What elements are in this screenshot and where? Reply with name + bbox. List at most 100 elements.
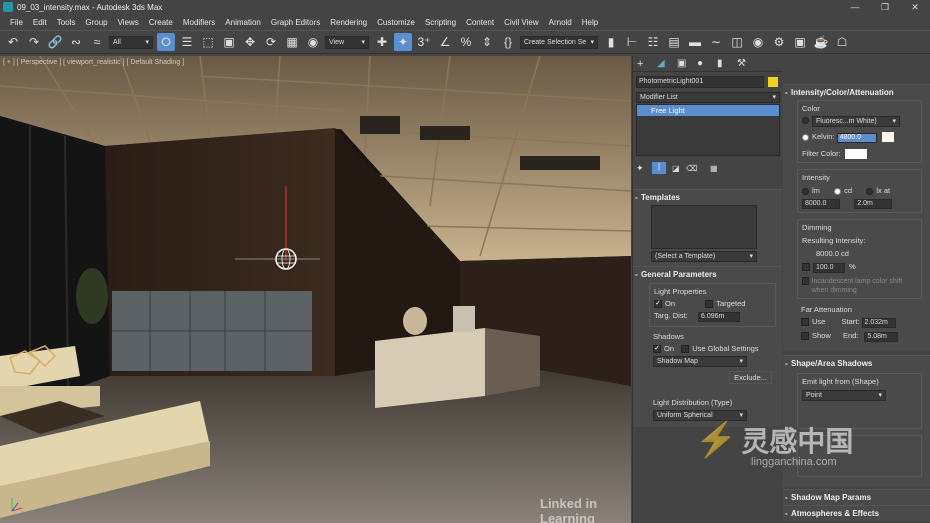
spinner-snap-icon[interactable]: ⇕ [478,33,496,51]
color-preset-dropdown[interactable]: Fluoresc...m White) [812,116,900,127]
object-color-swatch[interactable] [768,77,778,87]
menu-scripting[interactable]: Scripting [425,18,456,27]
rectangular-selection-icon[interactable]: ⬚ [199,33,217,51]
menu-tools[interactable]: Tools [57,18,76,27]
shape-rollout-header[interactable]: Shape/Area Shadows [783,356,930,371]
cd-radio[interactable] [834,187,842,195]
select-object-icon[interactable]: ⭘ [157,33,175,51]
ref-coord-dropdown[interactable]: View ▾ [325,35,369,49]
shadows-on-checkbox[interactable]: ✓ [653,344,661,353]
bind-space-warp-icon[interactable]: ≈ [88,33,106,51]
pin-stack-icon[interactable]: ✦ [636,163,652,174]
menu-customize[interactable]: Customize [377,18,415,27]
modifier-list-dropdown[interactable]: Modifier List [636,92,780,103]
template-dropdown[interactable]: (Select a Template) [651,251,757,262]
menu-help[interactable]: Help [582,18,598,27]
render-production-icon[interactable]: ☕ [812,33,830,51]
create-tab-icon[interactable]: + [637,58,657,70]
use-global-checkbox[interactable] [681,344,690,353]
kelvin-radio[interactable] [802,133,809,141]
stack-item-free-light[interactable]: Free Light [637,105,779,116]
named-selection-dropdown[interactable]: Create Selection Se ▾ [520,35,598,49]
modify-tab-icon[interactable]: ◢ [657,58,677,69]
menu-group[interactable]: Group [85,18,107,27]
close-button[interactable]: ✕ [900,0,930,14]
emit-shape-dropdown[interactable]: Point [802,390,886,402]
templates-rollout-header[interactable]: Templates [633,190,782,205]
redo-icon[interactable]: ↷ [25,33,43,51]
render-setup-icon[interactable]: ⚙ [770,33,788,51]
far-show-checkbox[interactable] [801,332,809,340]
menu-modifiers[interactable]: Modifiers [183,18,215,27]
utilities-tab-icon[interactable]: ⚒ [737,58,757,69]
exclude-button[interactable]: Exclude... [729,371,772,384]
undo-icon[interactable]: ↶ [4,33,22,51]
toggle-scene-explorer-icon[interactable]: ☷ [644,33,662,51]
menu-animation[interactable]: Animation [225,18,261,27]
toggle-ribbon-icon[interactable]: ▬ [686,33,704,51]
menu-edit[interactable]: Edit [33,18,47,27]
motion-tab-icon[interactable]: ● [697,58,717,69]
material-editor-icon[interactable]: ◉ [749,33,767,51]
minimize-button[interactable]: — [840,0,870,14]
targ-dist-field[interactable]: 6.096m [698,312,740,322]
curve-editor-icon[interactable]: ∼ [707,33,725,51]
menu-graph-editors[interactable]: Graph Editors [271,18,320,27]
move-icon[interactable]: ✥ [241,33,259,51]
shadow-map-params-header[interactable]: Shadow Map Params [783,489,930,506]
edit-named-selections-icon[interactable]: {} [499,33,517,51]
far-use-checkbox[interactable] [801,318,809,326]
make-unique-icon[interactable]: ◪ [672,164,686,173]
window-crossing-icon[interactable]: ▣ [220,33,238,51]
align-icon[interactable]: ⊢ [623,33,641,51]
remove-modifier-icon[interactable]: ⌫ [686,164,700,173]
rendered-frame-window-icon[interactable]: ▣ [791,33,809,51]
place-icon[interactable]: ◉ [304,33,322,51]
menu-views[interactable]: Views [118,18,139,27]
maximize-button[interactable]: ❐ [870,0,900,14]
display-tab-icon[interactable]: ▮ [717,58,737,69]
object-name-field[interactable]: PhotometricLight001 [636,76,764,88]
percent-snap-icon[interactable]: % [457,33,475,51]
atmospheres-header[interactable]: Atmospheres & Effects [783,505,930,522]
lx-radio[interactable] [866,187,874,195]
dimming-checkbox[interactable] [802,263,810,271]
pivot-center-icon[interactable]: ✚ [373,33,391,51]
menu-civil-view[interactable]: Civil View [504,18,539,27]
perspective-viewport[interactable]: [ + ] [ Perspective ] [ viewport_realist… [0,56,631,523]
link-icon[interactable]: 🔗 [46,33,64,51]
kelvin-color-swatch[interactable] [881,132,894,142]
intensity-field[interactable]: 8000.0 [802,199,840,210]
dim-percent-field[interactable]: 100.0 [813,263,845,274]
targeted-checkbox[interactable] [705,299,714,308]
filter-color-swatch[interactable] [845,149,867,160]
toggle-layer-explorer-icon[interactable]: ▤ [665,33,683,51]
shadow-type-dropdown[interactable]: Shadow Map [653,356,747,367]
kelvin-field[interactable]: 4800.0 [836,133,877,144]
lm-radio[interactable] [802,187,809,195]
scale-icon[interactable]: ▦ [283,33,301,51]
select-by-name-icon[interactable]: ☰ [178,33,196,51]
menu-arnold[interactable]: Arnold [549,18,572,27]
rotate-icon[interactable]: ⟳ [262,33,280,51]
far-end-field[interactable]: 5.08m [864,332,899,343]
viewport-label[interactable]: [ + ] [ Perspective ] [ viewport_realist… [3,59,184,66]
incandescent-checkbox[interactable] [802,277,809,286]
unlink-icon[interactable]: ∾ [67,33,85,51]
render-iterative-icon[interactable]: ☖ [833,33,851,51]
mirror-icon[interactable]: ▮ [602,33,620,51]
intensity-rollout-header[interactable]: Intensity/Color/Attenuation [783,85,930,100]
snaps-toggle-icon[interactable]: 3⁺ [415,33,433,51]
menu-rendering[interactable]: Rendering [330,18,367,27]
lx-distance-field[interactable]: 2.0m [854,199,893,210]
menu-file[interactable]: File [10,18,23,27]
select-manipulate-icon[interactable]: ✦ [394,33,412,51]
schematic-view-icon[interactable]: ◫ [728,33,746,51]
far-start-field[interactable]: 2.032m [861,318,896,329]
menu-content[interactable]: Content [466,18,494,27]
configure-sets-icon[interactable]: ▦ [710,164,724,173]
selection-filter-dropdown[interactable]: All ▾ [109,35,153,49]
show-end-result-icon[interactable]: | [652,162,666,174]
hierarchy-tab-icon[interactable]: ▣ [677,58,697,69]
menu-create[interactable]: Create [149,18,173,27]
